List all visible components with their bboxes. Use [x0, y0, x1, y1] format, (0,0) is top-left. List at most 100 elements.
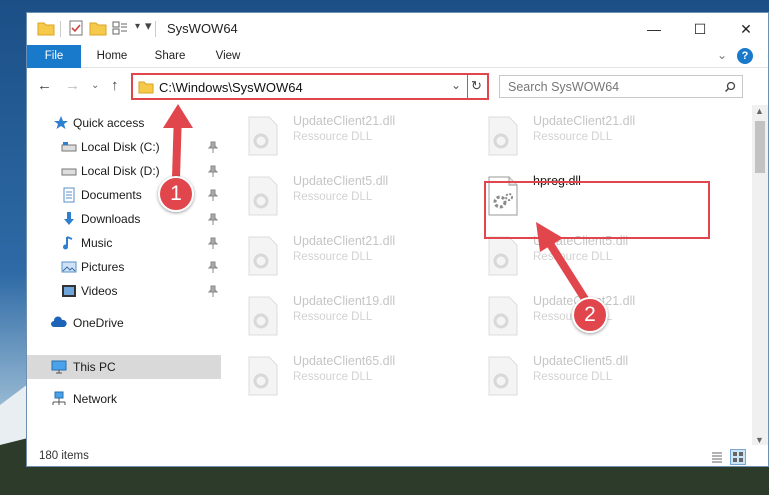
search-input[interactable]: Search SysWOW64: [499, 75, 743, 98]
sidebar-item-label: OneDrive: [73, 316, 124, 330]
dll-file-icon: [488, 296, 518, 336]
chevron-down-icon[interactable]: ⌄: [717, 48, 727, 62]
new-folder-icon[interactable]: [89, 19, 107, 37]
pin-icon[interactable]: [208, 285, 218, 297]
file-explorer-window: ▾ ▾ SysWOW64 — ☐ ✕ File Home Share View …: [26, 12, 769, 467]
sidebar-item-label: Network: [73, 392, 118, 406]
sidebar-item-local-disk-d[interactable]: Local Disk (D:): [27, 159, 221, 183]
sidebar-item-local-disk-c[interactable]: Local Disk (C:): [27, 135, 221, 159]
customize-toolbar-icon[interactable]: [111, 19, 129, 37]
address-path[interactable]: C:\Windows\SysWOW64: [159, 80, 303, 95]
sidebar-item-label: Local Disk (D:): [81, 164, 160, 178]
file-type: Ressource DLL: [293, 311, 373, 323]
help-icon[interactable]: ?: [737, 48, 753, 64]
list-item[interactable]: UpdateClient5.dll Ressource DLL: [463, 351, 699, 401]
forward-arrow-icon[interactable]: →: [65, 77, 80, 94]
file-name: UpdateClient19.dll: [293, 294, 396, 308]
ribbon-tabs: File Home Share View ⌄ ?: [27, 45, 768, 68]
address-dropdown-chevron-icon[interactable]: ⌄: [451, 78, 461, 92]
file-name: UpdateClient65.dll: [293, 354, 396, 368]
search-icon[interactable]: [724, 81, 736, 93]
highlight-box: [484, 181, 710, 239]
sidebar-item-label: Documents: [81, 188, 142, 202]
address-bar[interactable]: C:\Windows\SysWOW64 ⌄ ↻: [131, 73, 489, 100]
file-type: Ressource DLL: [293, 251, 373, 263]
file-name: UpdateClient5.dll: [533, 354, 629, 368]
back-arrow-icon[interactable]: ←: [37, 77, 52, 94]
sidebar-item-network[interactable]: Network: [27, 387, 221, 411]
sidebar-item-pictures[interactable]: Pictures: [27, 255, 221, 279]
dll-file-icon: [248, 296, 278, 336]
drive-icon: [61, 168, 77, 176]
list-item[interactable]: UpdateClient5.dll Ressource DLL: [223, 171, 459, 221]
maximize-button[interactable]: ☐: [677, 13, 723, 45]
sidebar-item-music[interactable]: Music: [27, 231, 221, 255]
file-type: Ressource DLL: [533, 251, 613, 263]
dll-file-icon: [248, 176, 278, 216]
drive-icon: [61, 142, 77, 152]
sidebar-item-label: Downloads: [81, 212, 141, 226]
window-title: SysWOW64: [167, 21, 238, 36]
pictures-icon: [61, 261, 77, 273]
star-icon: [54, 116, 68, 129]
file-type: Ressource DLL: [533, 371, 613, 383]
network-icon: [52, 391, 66, 405]
list-item[interactable]: UpdateClient21.dll Ressource DLL: [223, 231, 459, 281]
tab-share[interactable]: Share: [143, 45, 197, 68]
minimize-button[interactable]: —: [631, 13, 677, 45]
sidebar-item-label: Quick access: [73, 116, 145, 130]
pin-icon[interactable]: [208, 141, 218, 153]
up-arrow-icon[interactable]: ↑: [111, 77, 119, 94]
documents-icon: [63, 187, 75, 203]
sidebar-item-label: Pictures: [81, 260, 125, 274]
sidebar-item-videos[interactable]: Videos: [27, 279, 221, 303]
file-type: Ressource DLL: [293, 371, 373, 383]
dll-file-icon: [248, 116, 278, 156]
sidebar-item-quick-access[interactable]: Quick access: [27, 111, 221, 135]
tab-home[interactable]: Home: [85, 45, 139, 68]
tab-file[interactable]: File: [27, 45, 81, 68]
callout-badge-1: 1: [158, 176, 194, 212]
dll-file-icon: [488, 356, 518, 396]
sidebar-item-downloads[interactable]: Downloads: [27, 207, 221, 231]
pin-icon[interactable]: [208, 261, 218, 273]
cloud-icon: [51, 316, 67, 327]
pin-icon[interactable]: [208, 189, 218, 201]
sidebar-item-label: Local Disk (C:): [81, 140, 160, 154]
title-bar: ▾ ▾ SysWOW64 — ☐ ✕: [27, 13, 768, 45]
list-item[interactable]: UpdateClient21.dll Ressource DLL: [223, 111, 459, 161]
callout-badge-2: 2: [572, 297, 608, 333]
chevron-down-icon[interactable]: ▾: [135, 21, 140, 32]
refresh-icon[interactable]: ↻: [471, 78, 482, 94]
pin-icon[interactable]: [208, 237, 218, 249]
navigation-bar: ← → ⌄ ↑ C:\Windows\SysWOW64 ⌄ ↻ Search S…: [27, 69, 768, 103]
file-list: UpdateClient21.dll Ressource DLL UpdateC…: [223, 105, 756, 445]
folder-icon: [138, 81, 154, 94]
item-count: 180 items: [39, 450, 89, 462]
search-placeholder: Search SysWOW64: [508, 80, 620, 94]
dll-file-icon: [248, 356, 278, 396]
vertical-scrollbar[interactable]: ▲ ▼: [752, 105, 768, 446]
scroll-down-icon[interactable]: ▼: [755, 435, 764, 445]
pin-icon[interactable]: [208, 213, 218, 225]
list-item[interactable]: UpdateClient65.dll Ressource DLL: [223, 351, 459, 401]
close-button[interactable]: ✕: [723, 13, 769, 45]
recent-locations-chevron-icon[interactable]: ⌄: [91, 80, 99, 91]
large-icons-view-icon[interactable]: [730, 449, 746, 465]
file-name: UpdateClient21.dll: [293, 234, 396, 248]
details-view-icon[interactable]: [710, 450, 724, 464]
pin-icon[interactable]: [208, 165, 218, 177]
scrollbar-thumb[interactable]: [755, 121, 765, 173]
quick-access-toolbar-dropdown[interactable]: ▾: [145, 18, 152, 34]
dll-file-icon: [488, 116, 518, 156]
tab-view[interactable]: View: [201, 45, 255, 68]
sidebar-item-onedrive[interactable]: OneDrive: [27, 311, 221, 335]
sidebar-item-this-pc[interactable]: This PC: [27, 355, 221, 379]
dll-file-icon: [488, 236, 518, 276]
sidebar-item-label: This PC: [73, 360, 116, 374]
properties-icon[interactable]: [67, 19, 85, 37]
scroll-up-icon[interactable]: ▲: [755, 106, 764, 116]
list-item[interactable]: UpdateClient19.dll Ressource DLL: [223, 291, 459, 341]
folder-icon: [37, 22, 55, 36]
list-item[interactable]: UpdateClient21.dll Ressource DLL: [463, 111, 699, 161]
